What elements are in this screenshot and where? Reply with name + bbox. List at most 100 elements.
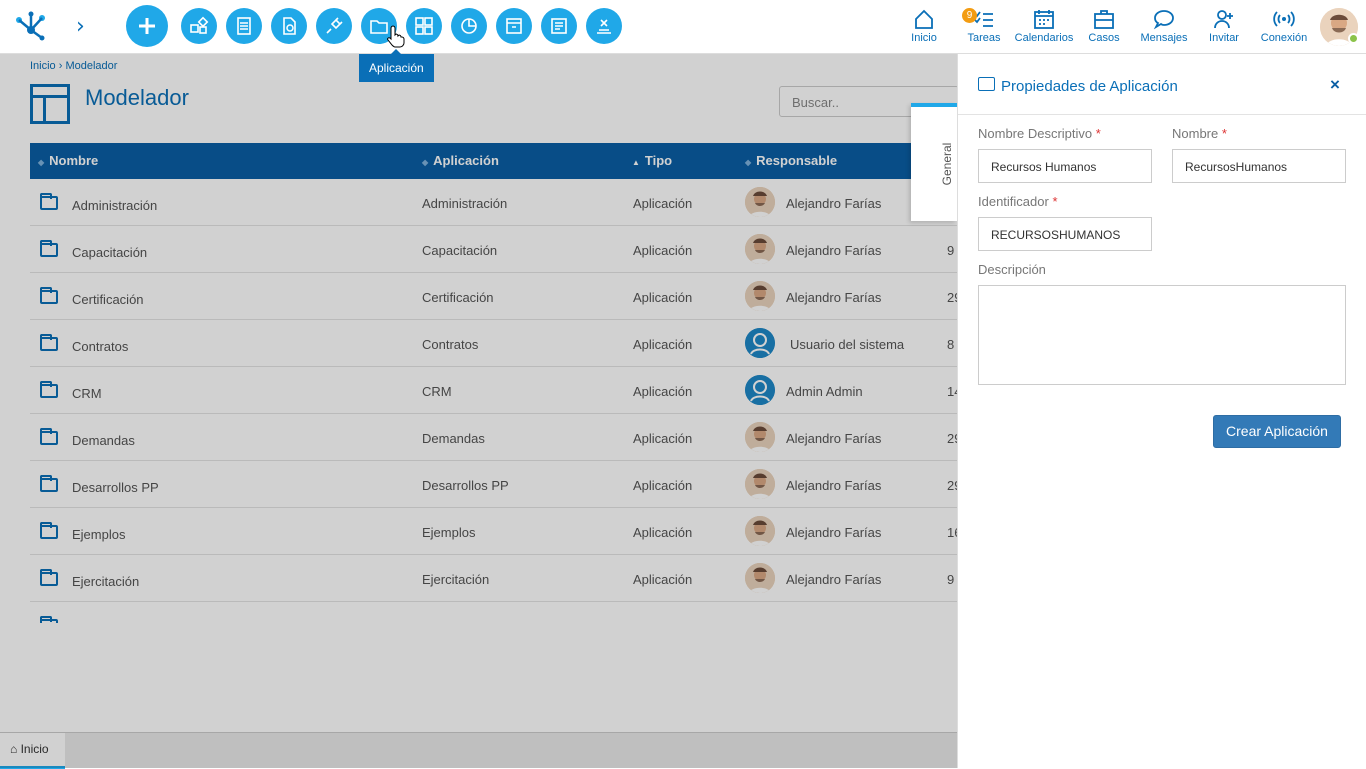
sort-asc-icon: ▲ xyxy=(632,158,640,167)
modeler-layout-icon xyxy=(30,84,70,124)
integration-button[interactable] xyxy=(316,8,352,44)
breadcrumb[interactable]: Inicio › Modelador xyxy=(30,60,117,72)
nav-casos[interactable]: Casos xyxy=(1074,8,1134,44)
user-photo-icon xyxy=(745,234,775,264)
table-row[interactable]: CRM CRM Aplicación Admin Admin 14 xyxy=(30,367,957,414)
properties-panel: Propiedades de Aplicación × Nombre Descr… xyxy=(957,54,1366,768)
nombre-field[interactable]: RecursosHumanos xyxy=(1172,149,1346,183)
report-button[interactable] xyxy=(451,8,487,44)
sort-icon: ◆ xyxy=(422,158,429,167)
cell-tipo: Aplicación xyxy=(633,572,693,587)
cell-extra: 8 xyxy=(947,337,955,352)
main-content: Inicio › Modelador Modelador Buscar.. ◆ N… xyxy=(0,54,959,732)
column-nombre[interactable]: ◆ Nombre xyxy=(38,153,98,168)
cell-tipo: Aplicación xyxy=(633,196,693,211)
cell-aplicacion: Ejemplos xyxy=(422,525,476,540)
form-button[interactable] xyxy=(226,8,262,44)
calendar-icon xyxy=(1034,10,1054,29)
cell-responsable: Alejandro Farías xyxy=(786,196,882,211)
table-row[interactable]: Certificación Certificación Aplicación Alej… xyxy=(30,273,957,320)
entity-button[interactable] xyxy=(496,8,532,44)
table-row[interactable]: Contratos Contratos Aplicación Usuario del … xyxy=(30,320,957,367)
archive-icon xyxy=(506,18,522,34)
bottom-tab-bar: ⌂ Inicio xyxy=(0,732,957,769)
column-responsable-label: Responsable xyxy=(756,153,838,168)
cell-aplicacion: Certificación xyxy=(422,290,494,305)
model-button[interactable] xyxy=(586,8,622,44)
cell-responsable: Alejandro Farías xyxy=(786,431,882,446)
table-row[interactable]: Ejemplos Ejemplos Aplicación Alejandro Farí… xyxy=(30,508,957,555)
process-icon xyxy=(190,16,209,34)
signal-icon xyxy=(1273,11,1295,27)
dashboard-button[interactable] xyxy=(406,8,442,44)
descripcion-label: Descripción xyxy=(978,262,1046,277)
column-aplicacion[interactable]: ◆ Aplicación xyxy=(422,153,499,168)
process-button[interactable] xyxy=(181,8,217,44)
cell-extra: 16 xyxy=(947,525,957,540)
applications-table: ◆ Nombre ◆ Aplicación ▲ Tipo ◆ Responsable A… xyxy=(30,143,957,623)
nav-conexion-label: Conexión xyxy=(1260,32,1308,44)
table-row[interactable]: Desarrollos PP Desarrollos PP Aplicación Al… xyxy=(30,461,957,508)
query-button[interactable] xyxy=(541,8,577,44)
nombre-descriptivo-field[interactable]: Recursos Humanos xyxy=(978,149,1152,183)
nav-mensajes[interactable]: Mensajes xyxy=(1134,8,1194,44)
folder-icon xyxy=(40,240,58,257)
cell-tipo: Aplicación xyxy=(633,478,693,493)
app-logo-icon[interactable] xyxy=(14,10,48,44)
expand-chevron-icon[interactable]: › xyxy=(76,14,85,39)
nav-mensajes-label: Mensajes xyxy=(1140,32,1188,44)
nav-inicio[interactable]: Inicio xyxy=(894,8,954,44)
list-document-icon xyxy=(551,18,567,34)
cell-tipo: Aplicación xyxy=(633,525,693,540)
folder-icon xyxy=(40,334,58,351)
descripcion-textarea[interactable] xyxy=(978,285,1346,385)
nav-casos-label: Casos xyxy=(1088,32,1120,44)
cell-extra: 14 xyxy=(947,384,957,399)
add-button[interactable] xyxy=(126,5,168,47)
column-tipo-label: Tipo xyxy=(644,153,673,168)
tasks-badge: 9 xyxy=(962,8,977,23)
nav-invitar-label: Invitar xyxy=(1209,32,1239,44)
nav-calendarios[interactable]: Calendarios xyxy=(1014,8,1074,44)
nav-tareas[interactable]: 9 Tareas xyxy=(954,8,1014,44)
cell-extra: 29 xyxy=(947,478,957,493)
folder-icon xyxy=(370,20,388,34)
system-user-icon xyxy=(745,375,775,405)
tasks-icon xyxy=(974,11,993,27)
hand-cursor-icon xyxy=(387,25,405,48)
cell-aplicacion: Ejercitación xyxy=(422,572,490,587)
folder-icon xyxy=(40,381,58,398)
tab-general[interactable]: General xyxy=(911,103,957,221)
close-button[interactable]: × xyxy=(1330,75,1340,95)
cell-tipo: Aplicación xyxy=(633,290,693,305)
cell-responsable: Alejandro Farías xyxy=(786,525,882,540)
chat-icon xyxy=(1153,10,1174,30)
plus-icon xyxy=(139,18,155,34)
document-settings-button[interactable] xyxy=(271,8,307,44)
table-row[interactable]: Administración Administración Aplicación Al… xyxy=(30,179,957,226)
nav-inicio-label: Inicio xyxy=(911,32,937,44)
home-tab[interactable]: ⌂ Inicio xyxy=(0,733,65,769)
table-row[interactable]: Ejercitación Ejercitación Aplicación Alejan… xyxy=(30,555,957,602)
cell-aplicacion: CRM xyxy=(422,384,452,399)
tab-general-label: General xyxy=(940,142,954,186)
nav-invitar[interactable]: Invitar xyxy=(1194,8,1254,44)
identificador-field[interactable]: RECURSOSHUMANOS xyxy=(978,217,1152,251)
cell-nombre: Desarrollos PP xyxy=(72,480,159,495)
cell-extra: 9 xyxy=(947,243,955,258)
column-responsable[interactable]: ◆ Responsable xyxy=(745,153,837,168)
table-row[interactable]: Capacitación Capacitación Aplicación Alejan… xyxy=(30,226,957,273)
column-tipo[interactable]: ▲ Tipo xyxy=(632,153,672,168)
table-row[interactable]: Demandas Demandas Aplicación Alejandro Farí… xyxy=(30,414,957,461)
briefcase-icon xyxy=(1094,10,1114,29)
nav-conexion[interactable]: Conexión xyxy=(1254,8,1314,44)
create-application-button[interactable]: Crear Aplicación xyxy=(1213,415,1341,448)
system-user-icon xyxy=(745,328,775,358)
cell-responsable: Usuario del sistema xyxy=(790,337,905,352)
cell-nombre: Demandas xyxy=(72,433,135,448)
cell-responsable: Alejandro Farías xyxy=(786,290,882,305)
top-bar: › Inicio 9 Tareas Calendarios Casos Mens… xyxy=(0,0,1366,54)
cell-responsable: Alejandro Farías xyxy=(786,572,882,587)
pie-chart-icon xyxy=(461,18,477,34)
cell-nombre: Capacitación xyxy=(72,245,148,260)
